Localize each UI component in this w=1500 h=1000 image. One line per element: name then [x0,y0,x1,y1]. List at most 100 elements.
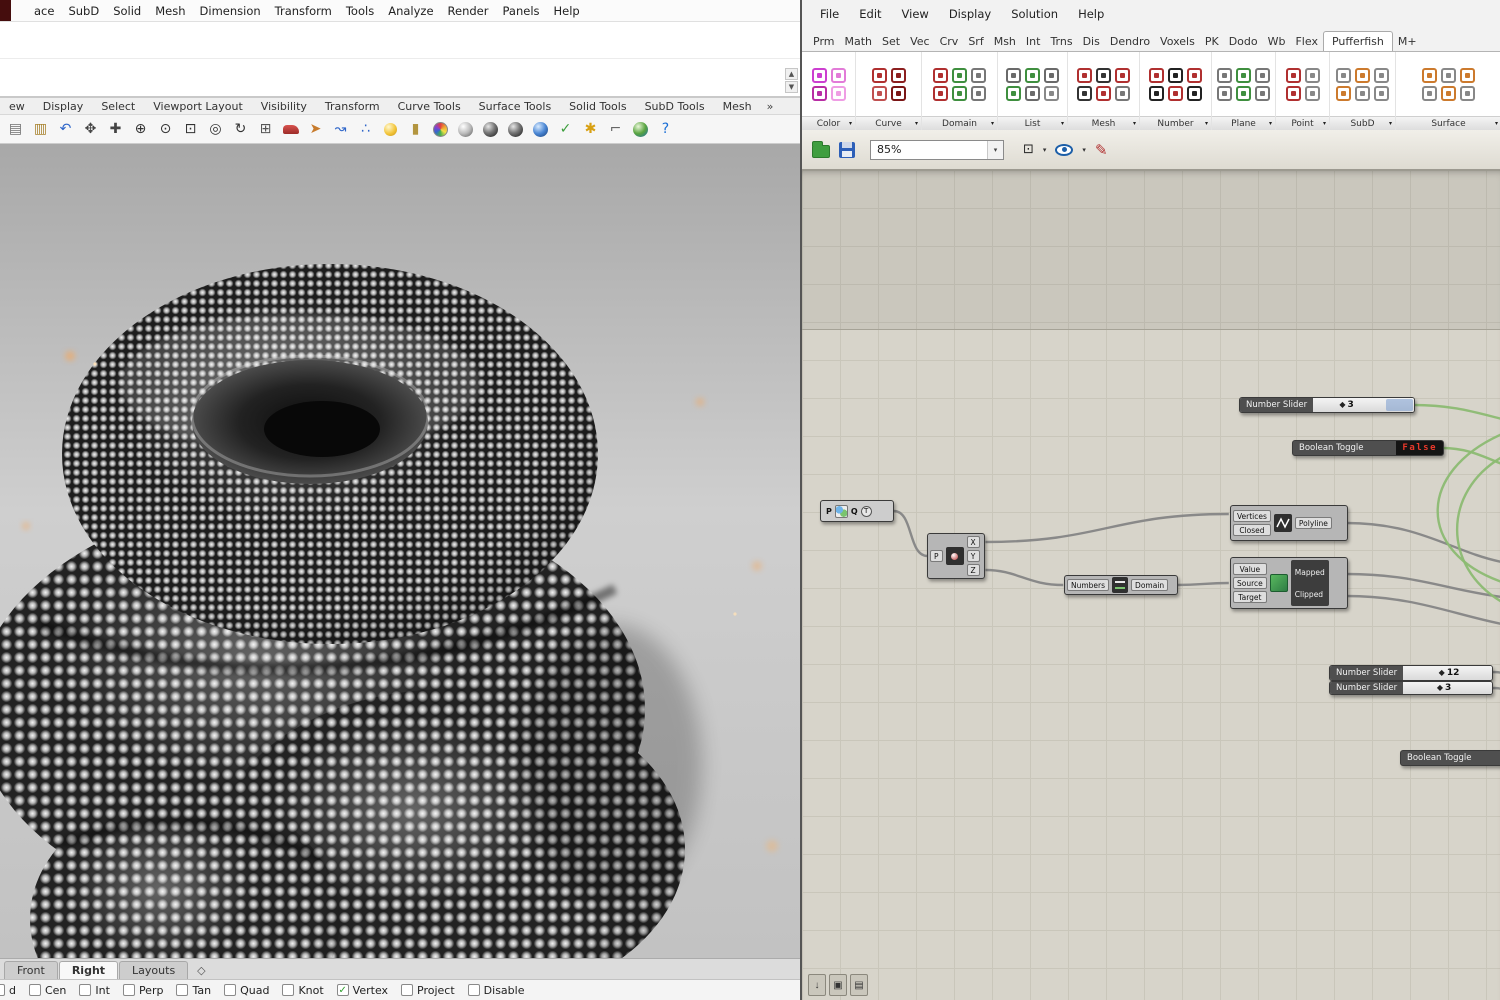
check-icon[interactable]: ✓ [554,118,577,141]
dark-sphere2-icon[interactable] [504,118,527,141]
ribbon-group-label[interactable]: List▾ [998,116,1067,130]
car-icon[interactable] [279,118,302,141]
rhino-menu-solid[interactable]: Solid [106,4,148,18]
ribbon-group-label[interactable]: Plane▾ [1212,116,1275,130]
component-icon[interactable] [1305,86,1320,101]
component-icon[interactable] [1006,86,1021,101]
preview-eye-icon[interactable] [1055,144,1073,156]
gh-menu-edit[interactable]: Edit [849,7,891,21]
gh-tab-set[interactable]: Set [877,32,905,51]
boolean-toggle-node[interactable]: Boolean Toggle False [1292,440,1444,456]
slider-track[interactable]: ◆ 3 [1313,398,1414,412]
gh-tab-m[interactable]: M+ [1393,32,1422,51]
component-icon[interactable] [1006,68,1021,83]
chevron-down-icon[interactable]: ▾ [1205,120,1208,127]
component-icon[interactable] [1096,68,1111,83]
zoom-in-icon[interactable]: ⊕ [129,118,152,141]
scroll-down-icon[interactable]: ▼ [785,81,798,93]
ribbon-group-label[interactable]: Color▾ [802,116,855,130]
ribbon-group-label[interactable]: Mesh▾ [1068,116,1139,130]
zoom-select[interactable]: 85% ▾ [870,140,1004,160]
bulb-icon[interactable] [379,118,402,141]
component-icon[interactable] [1077,86,1092,101]
deconstruct-point-node[interactable]: P X Y Z [927,533,985,579]
toggle-value[interactable]: False [1396,441,1443,455]
help-icon[interactable]: ? [654,118,677,141]
geometry-pipeline-node[interactable]: P Q T [820,500,894,522]
slider-track[interactable]: ◆ 3 [1403,682,1492,694]
construct-domain-node[interactable]: Numbers Domain [1064,575,1178,595]
gh-tab-int[interactable]: Int [1021,32,1046,51]
rhino-menu-mesh[interactable]: Mesh [148,4,192,18]
chevron-down-icon[interactable]: ▾ [1133,120,1136,127]
component-icon[interactable] [1336,68,1351,83]
zoom-window-icon[interactable]: ⊡ [179,118,202,141]
component-icon[interactable] [872,68,887,83]
canvas-widget-download-button[interactable]: ↓ [808,974,826,996]
rhino-tab-mesh[interactable]: Mesh [714,100,761,113]
output-port-z[interactable]: Z [967,564,980,576]
checkbox[interactable]: ✓ [337,984,349,996]
chevron-down-icon[interactable]: ▾ [1495,120,1498,127]
component-icon[interactable] [1441,86,1456,101]
gh-menu-file[interactable]: File [810,7,849,21]
gh-tab-trns[interactable]: Trns [1045,32,1077,51]
component-icon[interactable] [1286,68,1301,83]
rhino-viewport[interactable] [0,144,800,958]
slider-knob[interactable]: ◆ [1339,401,1345,409]
gh-tab-dodo[interactable]: Dodo [1224,32,1263,51]
output-port-mapped[interactable]: Mapped [1295,568,1325,577]
open-file-icon[interactable] [812,145,830,158]
component-icon[interactable] [971,68,986,83]
viewport-tab-new-icon[interactable]: ◇ [189,962,213,979]
component-icon[interactable] [1255,86,1270,101]
component-icon[interactable] [1255,68,1270,83]
component-icon[interactable] [1441,68,1456,83]
slider-knob[interactable]: ◆ [1437,684,1443,692]
component-icon[interactable] [1187,68,1202,83]
component-icon[interactable] [1422,68,1437,83]
gh-tab-srf[interactable]: Srf [963,32,988,51]
input-port-target[interactable]: Target [1233,591,1267,603]
rhino-menu-analyze[interactable]: Analyze [381,4,440,18]
slider-track[interactable]: ◆ 12 [1403,666,1492,680]
rhino-tab-curve-tools[interactable]: Curve Tools [389,100,470,113]
dark-sphere-icon[interactable] [479,118,502,141]
rhino-tab-select[interactable]: Select [92,100,144,113]
gh-tab-crv[interactable]: Crv [935,32,964,51]
rhino-menu-render[interactable]: Render [441,4,496,18]
gh-tab-prm[interactable]: Prm [808,32,839,51]
chevron-down-icon[interactable]: ▾ [1323,120,1326,127]
link-nodes-icon[interactable]: ∴ [354,118,377,141]
undo-icon[interactable]: ↶ [54,118,77,141]
osnap-knot[interactable]: Knot [282,984,323,997]
component-icon[interactable] [1460,86,1475,101]
component-icon[interactable] [1168,68,1183,83]
ribbon-group-label[interactable]: SubD▾ [1330,116,1395,130]
rhino-menu-ace[interactable]: ace [27,4,61,18]
polyline-node[interactable]: Vertices Closed Polyline [1230,505,1348,541]
layer-table-icon[interactable]: ⊞ [254,118,277,141]
rhino-menu-transform[interactable]: Transform [268,4,339,18]
number-slider-node[interactable]: Number Slider ◆ 3 [1329,681,1493,695]
gh-tab-dendro[interactable]: Dendro [1105,32,1155,51]
input-port-closed[interactable]: Closed [1233,524,1271,536]
chevron-down-icon[interactable]: ▾ [1061,120,1064,127]
component-icon[interactable] [1077,68,1092,83]
gh-tab-math[interactable]: Math [839,32,877,51]
checkbox[interactable] [224,984,236,996]
gear-icon[interactable]: ✱ [579,118,602,141]
color-wheel-icon[interactable] [429,118,452,141]
input-port-p[interactable]: P [930,550,943,562]
rhino-tab-ew[interactable]: ew [0,100,34,113]
shaded-sphere-icon[interactable] [454,118,477,141]
rhino-tab-display[interactable]: Display [34,100,93,113]
component-icon[interactable] [1025,86,1040,101]
sketch-pen-icon[interactable]: ✎ [1095,141,1108,159]
osnap-tan[interactable]: Tan [176,984,211,997]
component-icon[interactable] [933,86,948,101]
rhino-tab-visibility[interactable]: Visibility [252,100,316,113]
component-icon[interactable] [872,86,887,101]
corner-icon[interactable]: ⌐ [604,118,627,141]
chevron-down-icon[interactable]: ▾ [1082,146,1086,154]
